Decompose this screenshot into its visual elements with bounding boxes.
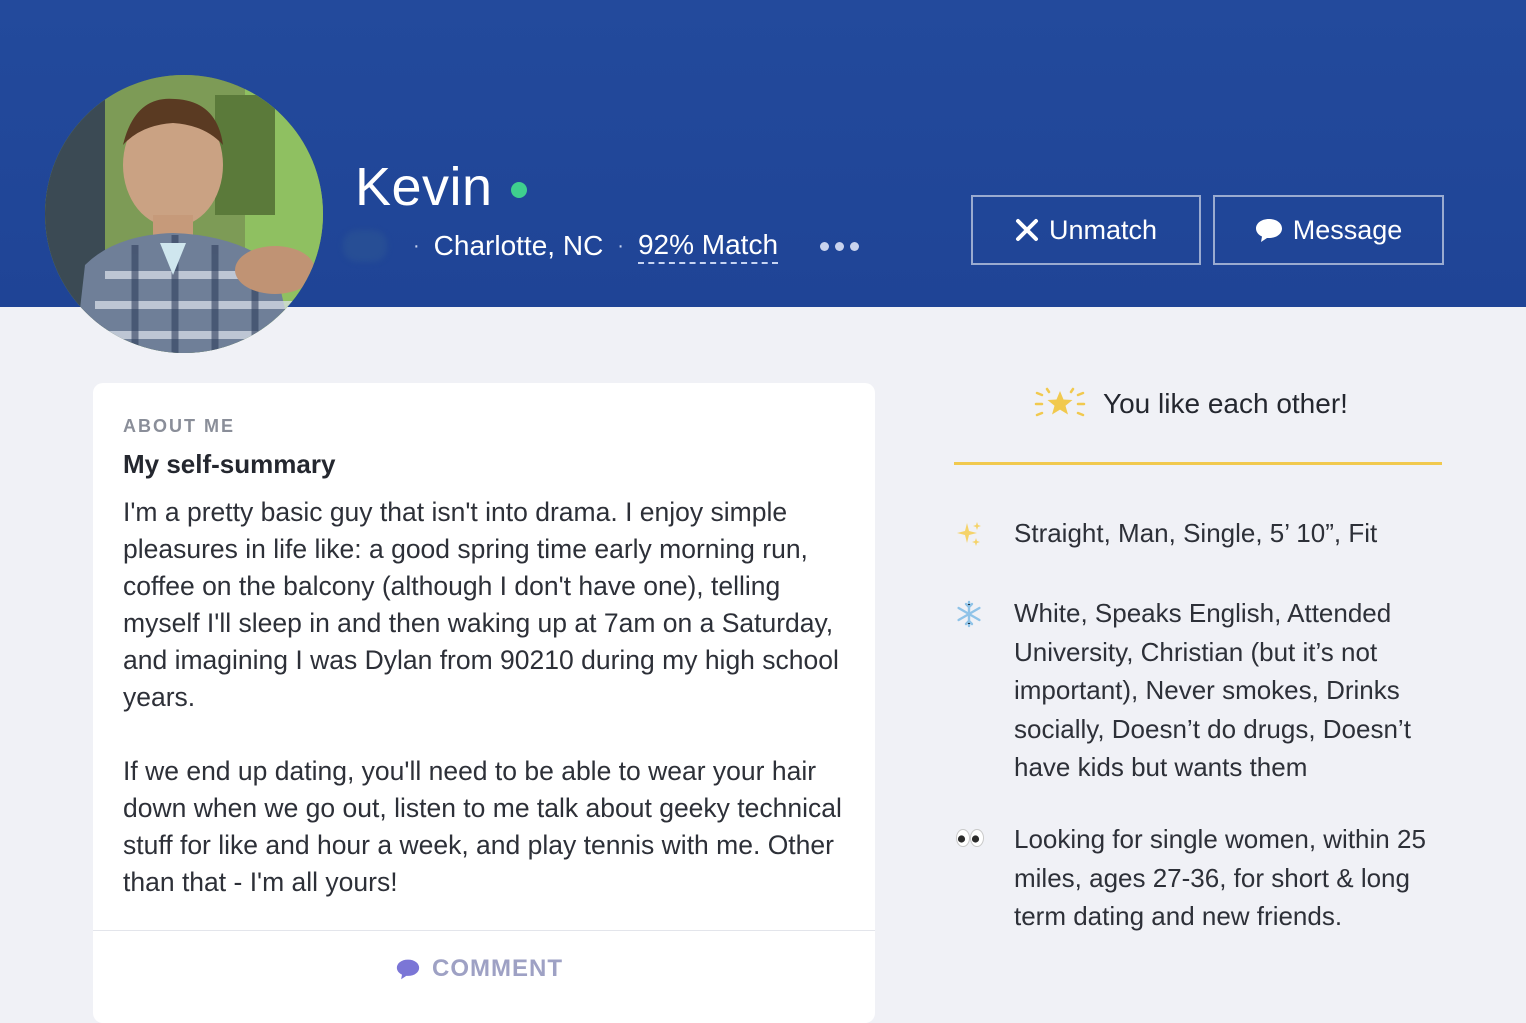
summary-paragraph: If we end up dating, you'll need to be a… xyxy=(123,756,842,897)
comment-label: COMMENT xyxy=(432,955,563,982)
eyes-icon xyxy=(955,820,1014,936)
profile-name: Kevin xyxy=(355,157,493,217)
profile-location: Charlotte, NC xyxy=(433,230,604,261)
unmatch-button[interactable]: Unmatch xyxy=(971,195,1201,265)
message-button[interactable]: Message xyxy=(1213,195,1444,265)
details-background-text: White, Speaks English, Attended Universi… xyxy=(1014,598,1411,782)
close-icon xyxy=(1015,218,1039,242)
mutual-like-underline xyxy=(954,462,1442,465)
details-background: White, Speaks English, Attended Universi… xyxy=(955,594,1445,787)
summary-paragraph: I'm a pretty basic guy that isn't into d… xyxy=(123,497,839,712)
online-status-dot xyxy=(510,182,527,198)
divider xyxy=(93,930,875,931)
details-looking-for: Looking for single women, within 25 mile… xyxy=(955,820,1445,936)
section-label: ABOUT ME xyxy=(123,416,235,436)
snowflake-icon xyxy=(955,594,1014,787)
about-me-card: ABOUT ME My self-summary I'm a pretty ba… xyxy=(93,383,875,1023)
redacted-age xyxy=(343,230,387,262)
speech-bubble-icon xyxy=(396,957,420,981)
unmatch-label: Unmatch xyxy=(1048,214,1158,245)
separator: · xyxy=(413,234,420,257)
mutual-like-text: You like each other! xyxy=(1103,388,1348,419)
details-basics-text: Straight, Man, Single, 5’ 10”, Fit xyxy=(1014,518,1378,548)
match-percentage[interactable]: 92% Match xyxy=(637,229,779,264)
details-basics: Straight, Man, Single, 5’ 10”, Fit xyxy=(955,514,1445,553)
sparkle-star-icon xyxy=(1033,387,1087,421)
separator: · xyxy=(617,234,624,257)
speech-bubble-icon xyxy=(1255,217,1283,243)
section-title: My self-summary xyxy=(123,449,336,479)
self-summary-text: I'm a pretty basic guy that isn't into d… xyxy=(123,494,848,901)
sparkles-icon xyxy=(955,514,1014,553)
profile-meta: · Charlotte, NC · 92% Match xyxy=(343,224,860,268)
name-row: Kevin xyxy=(355,155,527,219)
more-options-icon[interactable] xyxy=(820,231,860,261)
details-looking-for-text: Looking for single women, within 25 mile… xyxy=(1014,824,1426,931)
comment-button[interactable]: COMMENT xyxy=(396,955,563,983)
profile-photo[interactable] xyxy=(45,75,323,353)
mutual-like-banner: You like each other! xyxy=(1033,380,1348,428)
message-label: Message xyxy=(1292,214,1403,245)
